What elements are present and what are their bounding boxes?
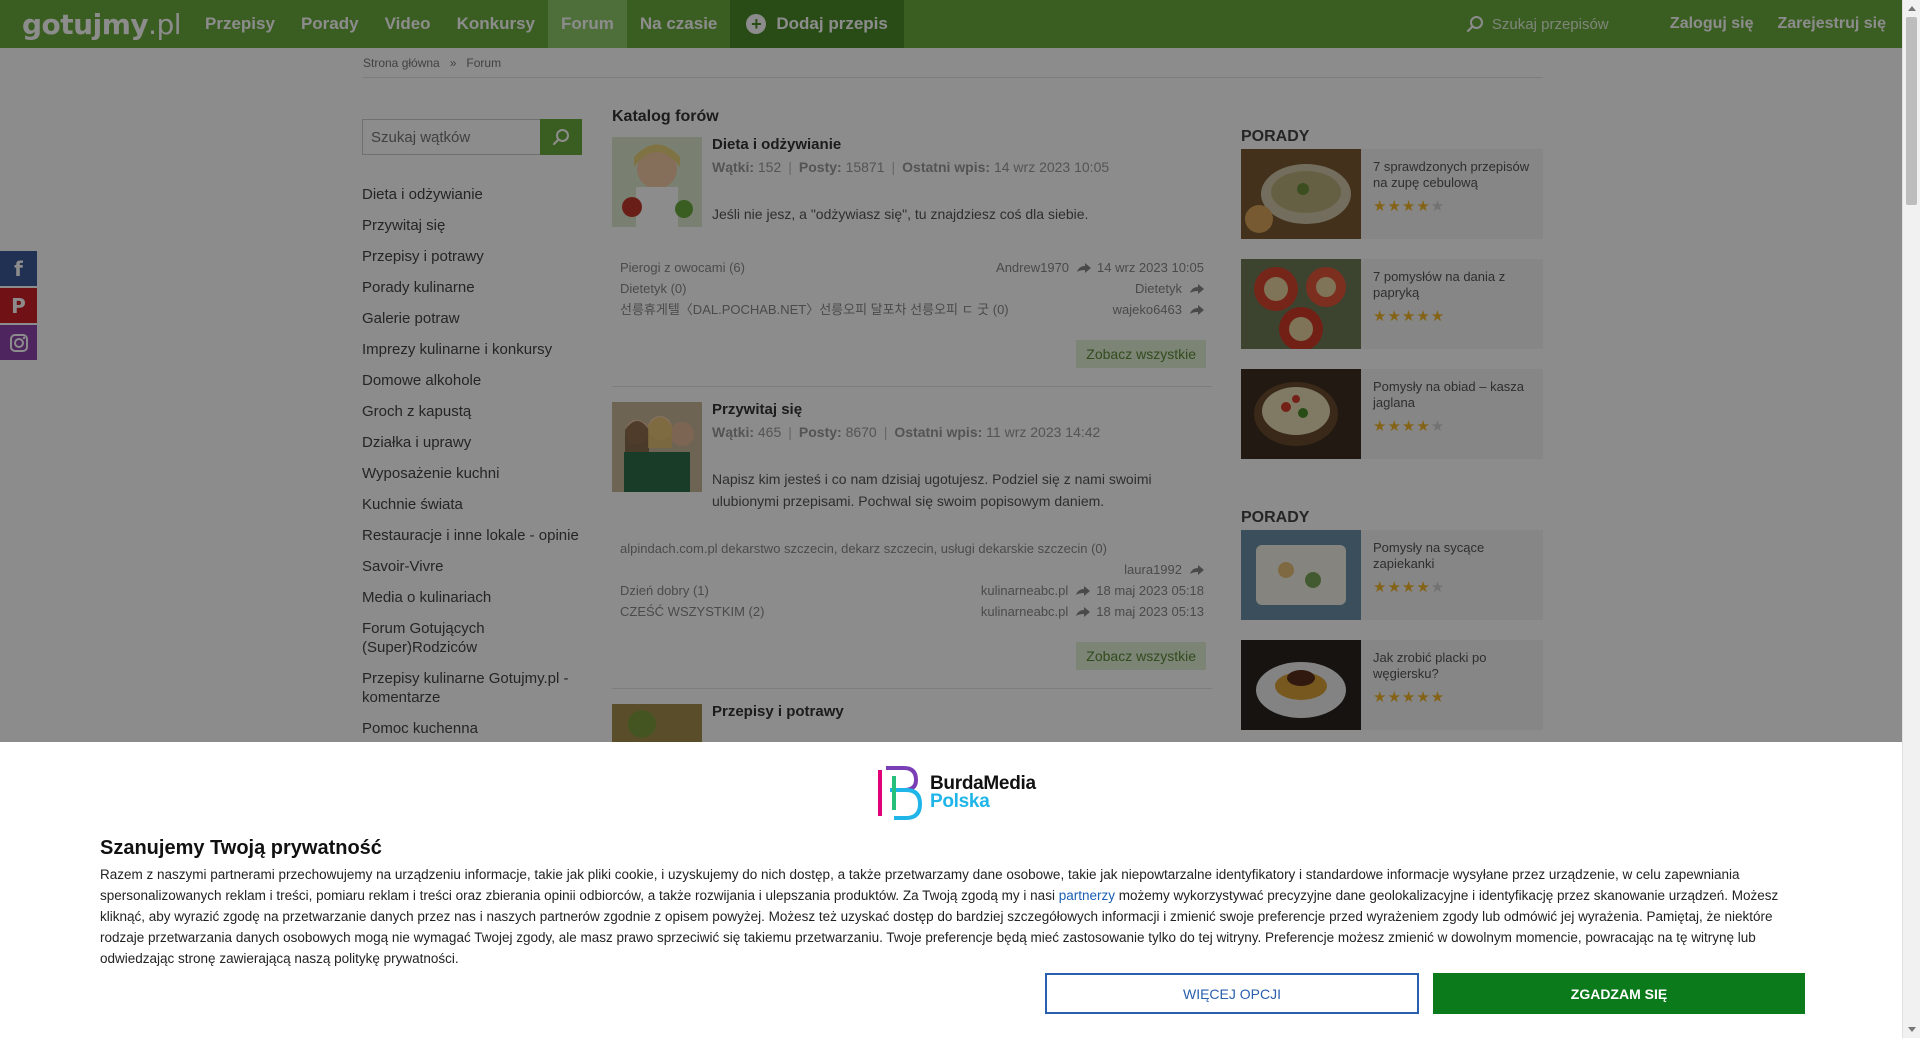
burda-logo-icon	[878, 766, 923, 820]
cookie-consent-banner: BurdaMedia Polska Szanujemy Twoją prywat…	[0, 742, 1902, 1038]
consent-text: Razem z naszymi partnerami przechowujemy…	[100, 867, 1779, 966]
page-scrollbar[interactable]	[1902, 0, 1920, 1038]
consent-title: Szanujemy Twoją prywatność	[100, 837, 382, 859]
scroll-up-arrow-icon[interactable]	[1908, 6, 1916, 11]
more-options-button[interactable]: WIĘCEJ OPCJI	[1045, 973, 1419, 1014]
scrollbar-thumb[interactable]	[1906, 17, 1917, 205]
scroll-down-arrow-icon[interactable]	[1908, 1027, 1916, 1032]
brand-country: Polska	[930, 791, 990, 812]
partners-link[interactable]: partnerzy	[1059, 888, 1115, 903]
agree-button[interactable]: ZGADZAM SIĘ	[1433, 973, 1805, 1014]
burda-media-logo: BurdaMedia Polska	[874, 762, 1036, 824]
